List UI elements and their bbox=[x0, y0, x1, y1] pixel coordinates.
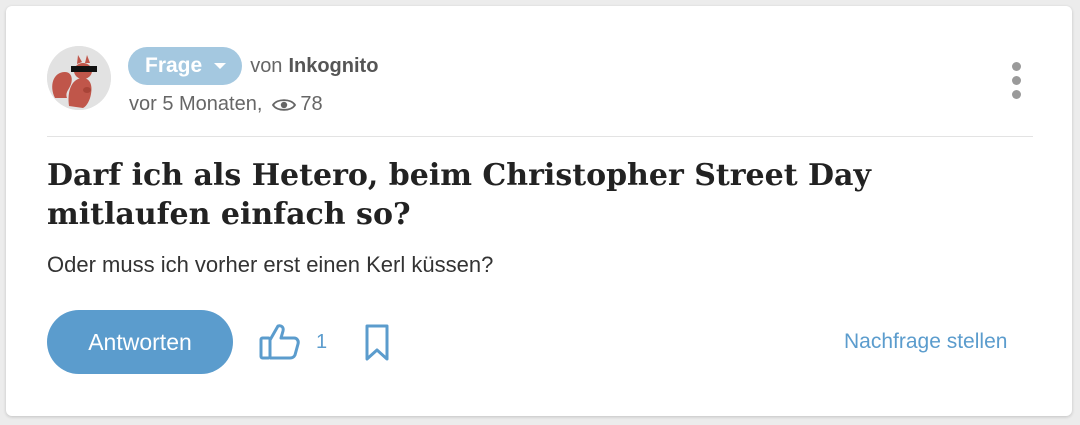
chevron-down-icon bbox=[214, 63, 227, 69]
followup-link[interactable]: Nachfrage stellen bbox=[844, 330, 1007, 354]
question-stats: vor 5 Monaten, 78 bbox=[129, 91, 323, 117]
thumbs-up-icon bbox=[259, 324, 300, 360]
author-prefix: von bbox=[250, 54, 283, 77]
more-options-button[interactable] bbox=[1002, 60, 1030, 100]
question-meta: Frage von Inkognito bbox=[128, 47, 378, 85]
anonymous-squirrel-avatar-icon bbox=[47, 46, 111, 110]
bookmark-button[interactable] bbox=[364, 324, 390, 362]
author-name: Inkognito bbox=[288, 54, 379, 77]
question-card: Frage von Inkognito vor 5 Monaten, 78 Da… bbox=[6, 6, 1072, 416]
question-title: Darf ich als Hetero, beim Christopher St… bbox=[47, 158, 871, 232]
question-body: Oder muss ich vorher erst einen Kerl küs… bbox=[47, 252, 494, 277]
question-type-dropdown[interactable]: Frage bbox=[128, 47, 243, 85]
divider bbox=[47, 136, 1033, 137]
question-age: vor 5 Monaten, bbox=[129, 92, 263, 115]
more-vertical-icon bbox=[1012, 62, 1021, 71]
like-button[interactable]: 1 bbox=[258, 322, 327, 362]
avatar[interactable] bbox=[47, 46, 111, 110]
answer-button[interactable]: Antworten bbox=[47, 310, 233, 374]
question-type-label: Frage bbox=[145, 54, 203, 77]
more-vertical-icon bbox=[1012, 90, 1021, 99]
more-vertical-icon bbox=[1012, 76, 1021, 85]
eye-icon bbox=[272, 96, 297, 112]
view-count: 78 bbox=[300, 92, 323, 115]
like-count: 1 bbox=[316, 330, 328, 353]
bookmark-icon bbox=[365, 324, 389, 361]
